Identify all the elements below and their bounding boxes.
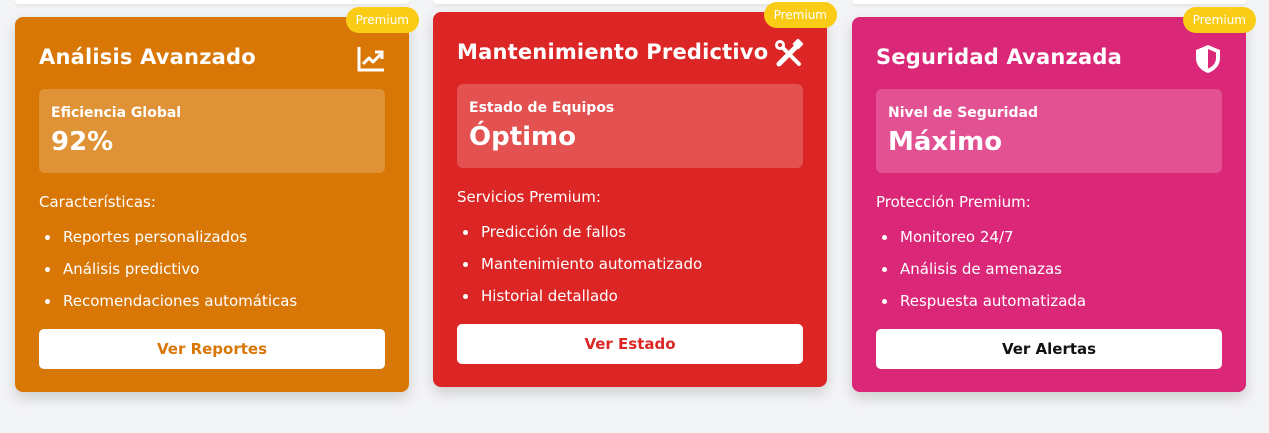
card-title: Mantenimiento Predictivo (457, 40, 769, 64)
list-title: Servicios Premium: (457, 188, 601, 206)
stat-label: Eficiencia Global (51, 105, 182, 121)
ver-estado-button[interactable]: Ver Estado (457, 324, 803, 364)
stat-label: Estado de Equipos (469, 100, 615, 116)
stat-value: 92% (51, 127, 114, 157)
list-title: Características: (39, 193, 156, 211)
list-item: Recomendaciones automáticas (39, 289, 297, 321)
feature-list: Monitoreo 24/7 Análisis de amenazas Resp… (876, 225, 1086, 321)
stat-box: Eficiencia Global 92% (39, 89, 385, 173)
premium-badge: Premium (763, 2, 837, 28)
list-item: Respuesta automatizada (876, 289, 1086, 321)
card-title: Seguridad Avanzada (876, 45, 1122, 69)
shield-icon (1196, 45, 1220, 73)
ver-reportes-button[interactable]: Ver Reportes (39, 329, 385, 369)
previous-section-edge (433, 0, 827, 4)
previous-section-edge (15, 0, 409, 4)
ver-alertas-button[interactable]: Ver Alertas (876, 329, 1222, 369)
card-seguridad-avanzada: Premium Seguridad Avanzada Nivel de Segu… (852, 7, 1256, 392)
card-title: Análisis Avanzado (39, 45, 256, 69)
chart-trend-icon (357, 47, 384, 72)
stat-label: Nivel de Seguridad (888, 105, 1038, 121)
premium-badge: Premium (1182, 7, 1256, 33)
stat-value: Máximo (888, 127, 1003, 157)
card-mantenimiento-predictivo: Premium Mantenimiento Predictivo Estado … (433, 2, 837, 387)
list-item: Historial detallado (457, 284, 702, 316)
feature-list: Reportes personalizados Análisis predict… (39, 225, 297, 321)
premium-badge: Premium (345, 7, 419, 33)
list-item: Mantenimiento automatizado (457, 252, 702, 284)
stat-box: Estado de Equipos Óptimo (457, 84, 803, 168)
list-item: Reportes personalizados (39, 225, 297, 257)
stat-box: Nivel de Seguridad Máximo (876, 89, 1222, 173)
feature-list: Predicción de fallos Mantenimiento autom… (457, 220, 702, 316)
stat-value: Óptimo (469, 122, 577, 152)
tools-icon (775, 38, 804, 67)
list-title: Protección Premium: (876, 193, 1031, 211)
list-item: Monitoreo 24/7 (876, 225, 1086, 257)
previous-section-edge (852, 0, 1246, 4)
list-item: Predicción de fallos (457, 220, 702, 252)
list-item: Análisis de amenazas (876, 257, 1086, 289)
list-item: Análisis predictivo (39, 257, 297, 289)
card-analisis-avanzado: Premium Análisis Avanzado Eficiencia Glo… (15, 7, 419, 392)
